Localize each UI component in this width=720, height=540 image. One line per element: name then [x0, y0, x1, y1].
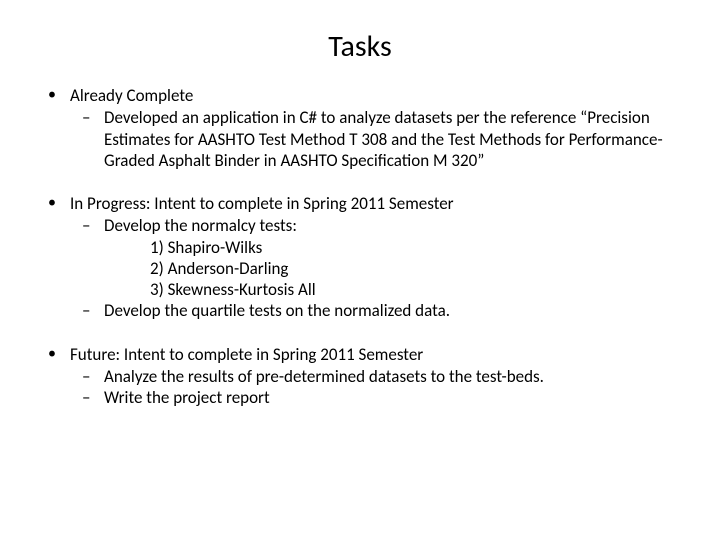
item-text: Develop the normalcy tests:: [104, 215, 297, 236]
section-heading: In Progress: Intent to complete in Sprin…: [70, 193, 454, 214]
bullet-list-level1: Already Complete Developed an applicatio…: [40, 85, 680, 408]
slide-title: Tasks: [40, 28, 680, 65]
item-text: Developed an application in C# to analyz…: [104, 107, 663, 171]
bullet-list-level2: Develop the normalcy tests: 1) Shapiro-W…: [70, 215, 680, 321]
slide: Tasks Already Complete Developed an appl…: [0, 0, 720, 540]
bullet-list-level2: Developed an application in C# to analyz…: [70, 107, 680, 171]
item-text: Write the project report: [104, 387, 270, 408]
section-in-progress: In Progress: Intent to complete in Sprin…: [70, 193, 680, 322]
section-future: Future: Intent to complete in Spring 201…: [70, 344, 680, 409]
list-item: Develop the quartile tests on the normal…: [104, 300, 680, 321]
section-complete: Already Complete Developed an applicatio…: [70, 85, 680, 171]
section-heading: Future: Intent to complete in Spring 201…: [70, 344, 423, 365]
list-item: Analyze the results of pre-determined da…: [104, 366, 680, 387]
item-text: Develop the quartile tests on the normal…: [104, 300, 450, 321]
numbered-item: 1) Shapiro-Wilks: [150, 237, 680, 258]
section-heading: Already Complete: [70, 85, 193, 106]
item-text: Analyze the results of pre-determined da…: [104, 366, 544, 387]
numbered-item: 3) Skewness-Kurtosis All: [150, 279, 680, 300]
bullet-list-level2: Analyze the results of pre-determined da…: [70, 366, 680, 409]
list-item: Write the project report: [104, 387, 680, 408]
list-item: Develop the normalcy tests: 1) Shapiro-W…: [104, 215, 680, 300]
numbered-item: 2) Anderson-Darling: [150, 258, 680, 279]
list-item: Developed an application in C# to analyz…: [104, 107, 680, 171]
numbered-sublist: 1) Shapiro-Wilks 2) Anderson-Darling 3) …: [104, 237, 680, 301]
